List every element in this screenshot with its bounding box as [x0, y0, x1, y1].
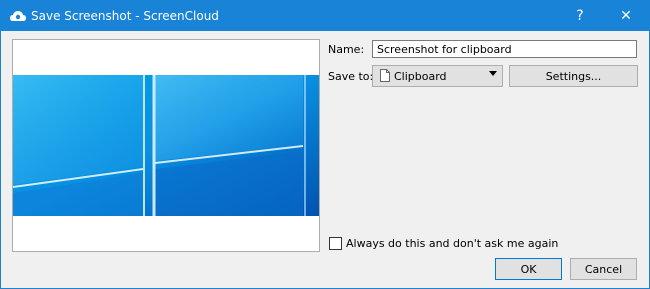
close-button[interactable]: ✕ — [603, 1, 649, 31]
help-button[interactable]: ? — [557, 1, 603, 31]
name-input[interactable] — [372, 40, 637, 58]
name-label: Name: — [328, 43, 365, 56]
save-screenshot-dialog: Save Screenshot - ScreenCloud ? ✕ Name: … — [0, 0, 650, 289]
cancel-button[interactable]: Cancel — [570, 258, 637, 280]
settings-button[interactable]: Settings... — [509, 65, 638, 87]
window-title: Save Screenshot - ScreenCloud — [31, 9, 219, 23]
always-checkbox-label[interactable]: Always do this and don't ask me again — [346, 237, 558, 250]
save-to-label: Save to: — [328, 70, 374, 83]
screenshot-preview — [12, 39, 320, 252]
always-checkbox[interactable] — [329, 237, 342, 250]
chevron-down-icon — [489, 71, 497, 76]
title-bar: Save Screenshot - ScreenCloud ? ✕ — [1, 1, 649, 31]
save-to-dropdown[interactable]: Clipboard — [372, 65, 503, 87]
save-to-selected: Clipboard — [394, 70, 447, 83]
document-icon — [380, 69, 390, 82]
preview-image — [13, 75, 319, 216]
screencloud-icon — [10, 11, 26, 21]
ok-button[interactable]: OK — [495, 258, 562, 280]
